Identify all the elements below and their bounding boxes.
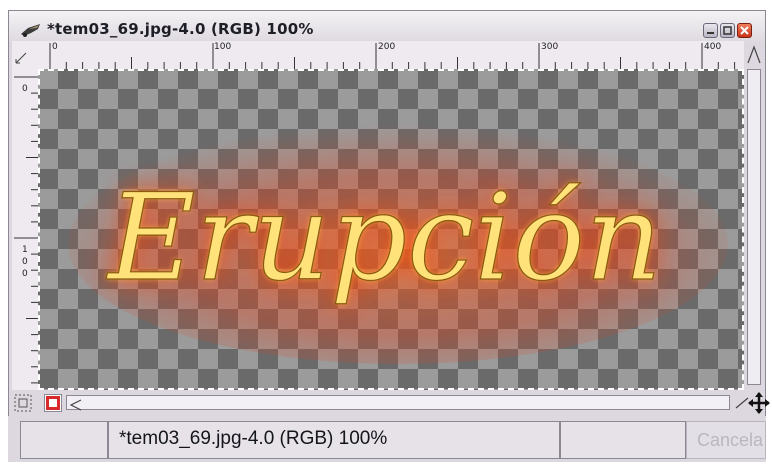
close-button[interactable] — [737, 23, 752, 38]
status-field: *tem03_69.jpg-4.0 (RGB) 100% — [108, 421, 560, 459]
vertical-ruler-ticks — [14, 76, 38, 384]
minimize-button[interactable] — [703, 23, 718, 38]
hruler-label-400: 400 — [704, 42, 722, 52]
hruler-label-300: 300 — [541, 42, 559, 52]
navigate-icon — [46, 396, 60, 410]
vruler-label-0b: 0 — [22, 257, 28, 267]
quickmask-toggle-icon[interactable] — [14, 394, 32, 412]
progress-field — [560, 421, 686, 459]
hruler-label-0: 0 — [52, 42, 58, 52]
vertical-scrollbar[interactable] — [744, 41, 764, 390]
cancel-button[interactable]: Cancela — [686, 421, 766, 459]
maximize-button[interactable] — [720, 23, 735, 38]
status-label: *tem03_69.jpg-4.0 (RGB) 100% — [119, 428, 388, 449]
wilber-icon[interactable] — [19, 20, 43, 40]
scroll-left-icon[interactable] — [67, 398, 87, 411]
close-icon — [740, 26, 749, 35]
vertical-scroll-track[interactable] — [747, 69, 761, 385]
scroll-up-icon[interactable] — [744, 41, 764, 67]
ruler-corner[interactable] — [12, 41, 38, 69]
vruler-label-1: 1 — [22, 245, 28, 255]
horizontal-ruler[interactable]: 0 100 200 300 400 — [38, 41, 744, 70]
ruler-corner-icon — [15, 52, 27, 64]
move-icon[interactable] — [748, 392, 770, 414]
vruler-label-0: 0 — [22, 84, 28, 94]
maximize-icon — [723, 26, 732, 35]
pointer-coords-field — [20, 421, 108, 459]
vruler-label-0c: 0 — [22, 269, 28, 279]
hruler-label-100: 100 — [214, 42, 232, 52]
minimize-icon — [707, 32, 714, 34]
neon-text: Erupción — [106, 169, 662, 308]
hruler-label-200: 200 — [378, 42, 396, 52]
window-title: *tem03_69.jpg-4.0 (RGB) 100% — [47, 20, 314, 38]
status-bar: *tem03_69.jpg-4.0 (RGB) 100% Cancela — [8, 416, 766, 462]
canvas-artwork: Erupción Erupción Erupción — [68, 124, 728, 364]
navigate-button[interactable] — [44, 394, 62, 412]
vertical-ruler[interactable]: 0 1 0 0 — [12, 69, 39, 390]
bottom-controls — [12, 392, 770, 414]
horizontal-scroll-track[interactable] — [66, 395, 730, 411]
image-canvas[interactable]: Erupción Erupción Erupción — [38, 69, 744, 390]
